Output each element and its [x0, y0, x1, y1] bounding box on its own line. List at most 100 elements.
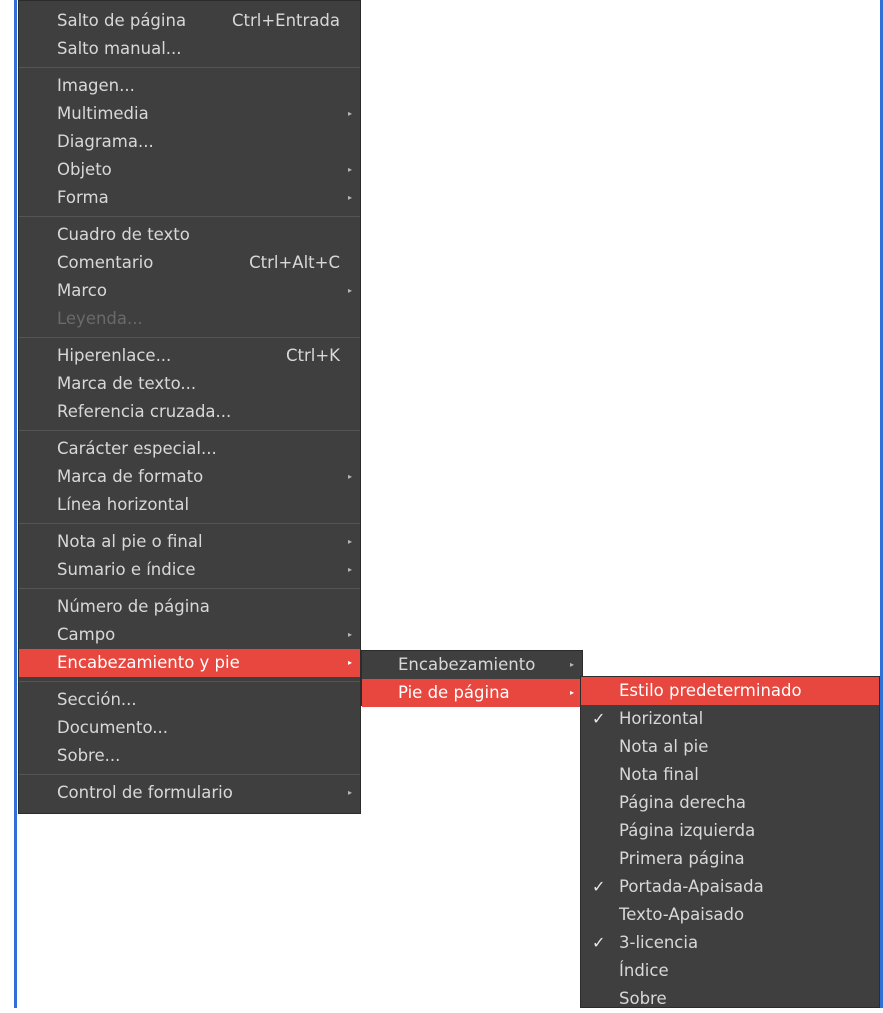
menu-item-shortcut: Ctrl+K: [285, 346, 340, 365]
menu-item-label: Línea horizontal: [57, 495, 190, 514]
menu-item-forma[interactable]: Forma ▸: [19, 184, 360, 212]
menu-item-linea-horizontal[interactable]: Línea horizontal: [19, 491, 360, 519]
menu-item-cuadro-de-texto[interactable]: Cuadro de texto: [19, 221, 360, 249]
menu-item-marca-de-texto[interactable]: Marca de texto...: [19, 370, 360, 398]
menu-item-portada-apaisada[interactable]: ✓ Portada-Apaisada: [581, 873, 879, 901]
menu-item-diagrama[interactable]: Diagrama...: [19, 128, 360, 156]
menu-item-sumario-e-indice[interactable]: Sumario e índice ▸: [19, 556, 360, 584]
menu-item-label: Marca de formato: [57, 467, 204, 486]
menu-item-label: Cuadro de texto: [57, 225, 190, 244]
menu-item-nota-final[interactable]: Nota final: [581, 761, 879, 789]
menu-item-label: Texto-Apaisado: [619, 905, 745, 924]
menu-item-comentario[interactable]: Comentario Ctrl+Alt+C: [19, 249, 360, 277]
menu-item-caracter-especial[interactable]: Carácter especial...: [19, 435, 360, 463]
submenu-arrow-icon: ▸: [569, 688, 574, 697]
menu-item-label: Marca de texto...: [57, 374, 197, 393]
menu-item-marco[interactable]: Marco ▸: [19, 277, 360, 305]
menu-item-salto-manual[interactable]: Salto manual...: [19, 35, 360, 63]
menu-item-horizontal[interactable]: ✓ Horizontal: [581, 705, 879, 733]
menu-separator: [19, 337, 360, 338]
menu-item-shortcut: Ctrl+Entrada: [231, 11, 340, 30]
menu-item-texto-apaisado[interactable]: Texto-Apaisado: [581, 901, 879, 929]
menu-item-label: Documento...: [57, 718, 169, 737]
menu-item-pagina-izquierda[interactable]: Página izquierda: [581, 817, 879, 845]
menu-item-shortcut: Ctrl+Alt+C: [249, 253, 340, 272]
submenu-arrow-icon: ▸: [347, 788, 352, 797]
submenu-arrow-icon: ▸: [347, 472, 352, 481]
menu-item-encabezamiento-y-pie[interactable]: Encabezamiento y pie ▸: [19, 649, 360, 677]
menu-separator: [19, 67, 360, 68]
menu-item-referencia-cruzada[interactable]: Referencia cruzada...: [19, 398, 360, 426]
menu-item-indice[interactable]: Índice: [581, 957, 879, 985]
menu-item-3-licencia[interactable]: ✓ 3-licencia: [581, 929, 879, 957]
checkmark-icon: ✓: [592, 877, 606, 896]
menu-item-primera-pagina[interactable]: Primera página: [581, 845, 879, 873]
menu-item-objeto[interactable]: Objeto ▸: [19, 156, 360, 184]
menu-item-label: Encabezamiento y pie: [57, 653, 240, 672]
submenu-arrow-icon: ▸: [347, 286, 352, 295]
menu-item-label: Horizontal: [619, 709, 704, 728]
insert-menu: Salto de página Ctrl+Entrada Salto manual.…: [18, 0, 361, 814]
menu-item-hiperenlace[interactable]: Hiperenlace... Ctrl+K: [19, 342, 360, 370]
menu-separator: [19, 681, 360, 682]
menu-item-control-de-formulario[interactable]: Control de formulario ▸: [19, 779, 360, 807]
menu-separator: [19, 774, 360, 775]
menu-item-label: Encabezamiento: [398, 655, 536, 674]
menu-item-label: Objeto: [57, 160, 112, 179]
menu-item-label: Sección...: [57, 690, 137, 709]
submenu-arrow-icon: ▸: [347, 630, 352, 639]
menu-item-label: Pie de página: [398, 683, 510, 702]
menu-item-label: Sumario e índice: [57, 560, 196, 579]
submenu-arrow-icon: ▸: [569, 660, 574, 669]
menu-item-label: Salto manual...: [57, 39, 182, 58]
menu-item-multimedia[interactable]: Multimedia ▸: [19, 100, 360, 128]
menu-item-estilo-predeterminado[interactable]: Estilo predeterminado: [581, 677, 879, 705]
menu-item-label: Índice: [619, 961, 669, 980]
menu-item-label: Nota al pie: [619, 737, 709, 756]
menu-item-label: Marco: [57, 281, 107, 300]
menu-item-label: Comentario: [57, 253, 154, 272]
menu-item-salto-de-pagina[interactable]: Salto de página Ctrl+Entrada: [19, 7, 360, 35]
menu-item-label: Hiperenlace...: [57, 346, 172, 365]
document-frame: g Salto de páginaCtrl+EntradaSalto manua…: [0, 0, 883, 1008]
menu-item-label: Número de página: [57, 597, 210, 616]
menu-item-campo[interactable]: Campo ▸: [19, 621, 360, 649]
menu-item-label: Imagen...: [57, 76, 135, 95]
menu-item-imagen[interactable]: Imagen...: [19, 72, 360, 100]
menu-item-sobre[interactable]: Sobre...: [19, 742, 360, 770]
submenu-arrow-icon: ▸: [347, 193, 352, 202]
menu-item-label: Referencia cruzada...: [57, 402, 232, 421]
menu-item-label: Nota final: [619, 765, 699, 784]
submenu-arrow-icon: ▸: [347, 537, 352, 546]
menu-item-label: Portada-Apaisada: [619, 877, 764, 896]
menu-item-label: Forma: [57, 188, 109, 207]
menu-separator: [19, 430, 360, 431]
menu-item-leyenda: Leyenda...: [19, 305, 360, 333]
menu-item-encabezamiento[interactable]: Encabezamiento ▸: [362, 651, 582, 679]
menu-item-label: Salto de página: [57, 11, 187, 30]
submenu-arrow-icon: ▸: [347, 109, 352, 118]
menu-item-pie-de-pagina[interactable]: Pie de página ▸: [362, 679, 582, 707]
menu-item-numero-de-pagina[interactable]: Número de página: [19, 593, 360, 621]
menu-item-label: Carácter especial...: [57, 439, 217, 458]
menu-item-label: Diagrama...: [57, 132, 154, 151]
frame-left-border: [14, 0, 17, 1008]
checkmark-icon: ✓: [592, 709, 606, 728]
menu-separator: [19, 216, 360, 217]
submenu-arrow-icon: ▸: [347, 658, 352, 667]
menu-item-label: Control de formulario: [57, 783, 233, 802]
menu-item-label: Leyenda...: [57, 309, 143, 328]
menu-item-label: Página izquierda: [619, 821, 756, 840]
menu-item-nota-al-pie[interactable]: Nota al pie: [581, 733, 879, 761]
menu-item-nota-al-pie-o-final[interactable]: Nota al pie o final ▸: [19, 528, 360, 556]
menu-separator: [19, 523, 360, 524]
menu-item-pagina-derecha[interactable]: Página derecha: [581, 789, 879, 817]
menu-item-marca-de-formato[interactable]: Marca de formato ▸: [19, 463, 360, 491]
menu-item-label: Campo: [57, 625, 116, 644]
menu-item-label: Nota al pie o final: [57, 532, 203, 551]
menu-item-sobre[interactable]: Sobre: [581, 985, 879, 1013]
submenu-arrow-icon: ▸: [347, 565, 352, 574]
menu-item-seccion[interactable]: Sección...: [19, 686, 360, 714]
menu-item-label: 3-licencia: [619, 933, 699, 952]
menu-item-documento[interactable]: Documento...: [19, 714, 360, 742]
